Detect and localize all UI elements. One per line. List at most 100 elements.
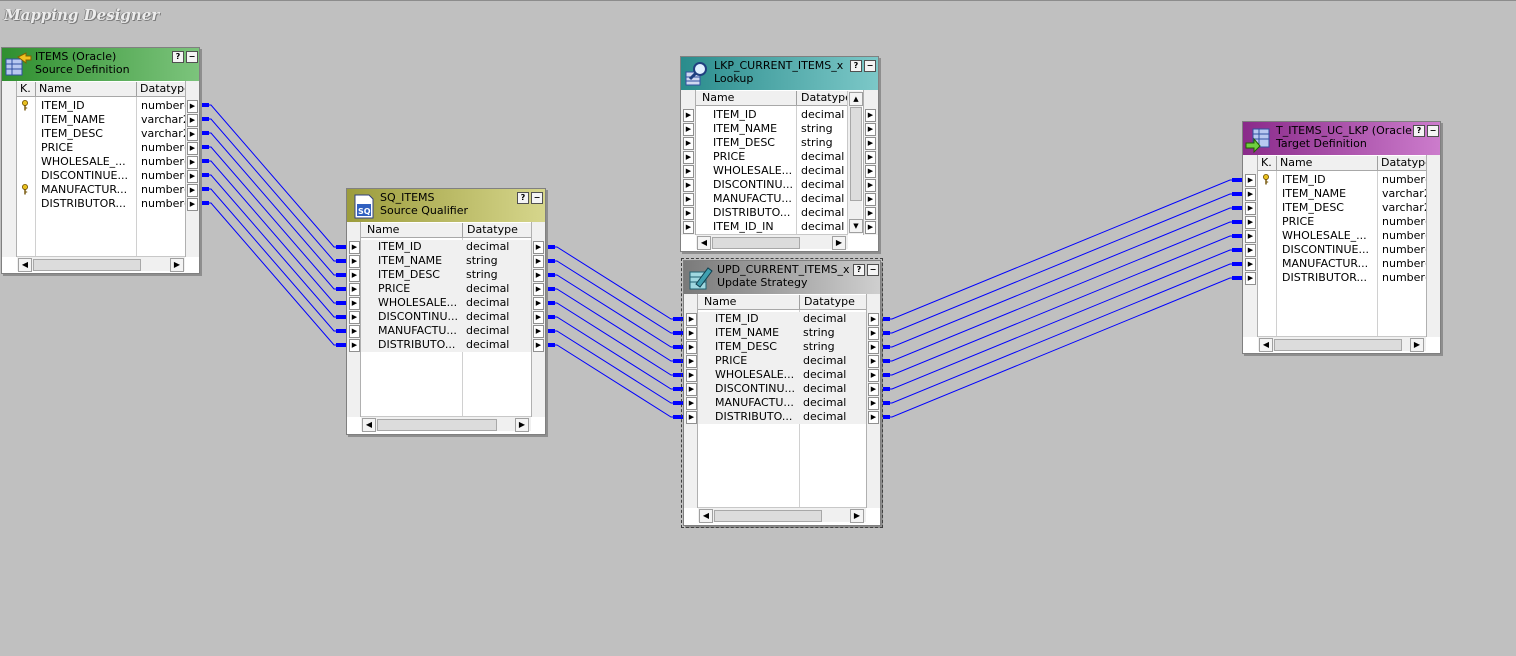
- port-row[interactable]: PRICE decimal: [696, 150, 848, 164]
- port-row[interactable]: WHOLESALE... decimal: [361, 296, 531, 310]
- port-row[interactable]: ITEM_DESC string: [698, 340, 866, 354]
- port-arrow-icon[interactable]: ▶: [865, 109, 876, 122]
- source-qualifier-window[interactable]: SQ SQ_ITEMS Source Qualifier ? − Name Da…: [346, 188, 546, 435]
- update-strategy-window[interactable]: UPD_CURRENT_ITEMS_x Update Strategy ? − …: [681, 258, 883, 528]
- lookup-window[interactable]: LKP_CURRENT_ITEMS_x Lookup ? − Name Data…: [680, 56, 879, 252]
- port-arrow-icon[interactable]: ▶: [1245, 244, 1256, 257]
- port-row[interactable]: ITEM_DESC string: [361, 268, 531, 282]
- scroll-right-arrow[interactable]: ▶: [850, 509, 864, 523]
- port-arrow-icon[interactable]: ▶: [683, 207, 694, 220]
- port-row[interactable]: DISCONTINU... decimal: [361, 310, 531, 324]
- port-arrow-icon[interactable]: ▶: [533, 311, 544, 324]
- port-row[interactable]: ITEM_ID_IN decimal: [696, 220, 848, 234]
- help-button[interactable]: ?: [172, 51, 184, 63]
- port-row[interactable]: ITEM_DESC varchar2: [17, 127, 190, 141]
- port-arrow-icon[interactable]: ▶: [683, 109, 694, 122]
- port-row[interactable]: PRICE number(p: [1258, 215, 1436, 229]
- port-arrow-icon[interactable]: ▶: [868, 411, 879, 424]
- port-arrow-icon[interactable]: ▶: [187, 184, 198, 197]
- port-arrow-icon[interactable]: ▶: [865, 137, 876, 150]
- vertical-scrollbar[interactable]: ▲ ▼: [847, 91, 863, 234]
- scroll-right-arrow[interactable]: ▶: [515, 418, 529, 432]
- port-arrow-icon[interactable]: ▶: [349, 339, 360, 352]
- port-arrow-icon[interactable]: ▶: [683, 137, 694, 150]
- minimize-button[interactable]: −: [864, 60, 876, 72]
- port-arrow-icon[interactable]: ▶: [1245, 202, 1256, 215]
- port-arrow-icon[interactable]: ▶: [686, 355, 697, 368]
- port-arrow-icon[interactable]: ▶: [868, 341, 879, 354]
- port-row[interactable]: ITEM_NAME varchar2: [1258, 187, 1431, 201]
- port-arrow-icon[interactable]: ▶: [349, 311, 360, 324]
- port-row[interactable]: PRICE decimal: [361, 282, 531, 296]
- port-row[interactable]: DISCONTINU... decimal: [696, 178, 848, 192]
- port-arrow-icon[interactable]: ▶: [686, 411, 697, 424]
- port-arrow-icon[interactable]: ▶: [349, 325, 360, 338]
- port-row[interactable]: MANUFACTU... decimal: [696, 192, 848, 206]
- port-arrow-icon[interactable]: ▶: [349, 255, 360, 268]
- horizontal-scrollbar[interactable]: ◀ ▶: [17, 256, 185, 272]
- port-arrow-icon[interactable]: ▶: [187, 156, 198, 169]
- port-arrow-icon[interactable]: ▶: [187, 142, 198, 155]
- scroll-thumb[interactable]: [33, 259, 141, 271]
- port-row[interactable]: ITEM_ID number(p: [1258, 173, 1436, 187]
- port-row[interactable]: ITEM_ID decimal: [698, 312, 866, 326]
- source-definition-window[interactable]: ITEMS (Oracle) Source Definition ? − K. …: [1, 47, 200, 274]
- port-arrow-icon[interactable]: ▶: [1245, 188, 1256, 201]
- scroll-thumb[interactable]: [714, 510, 822, 522]
- port-row[interactable]: DISCONTINUE... number(p: [17, 169, 195, 183]
- port-arrow-icon[interactable]: ▶: [683, 221, 694, 234]
- help-button[interactable]: ?: [850, 60, 862, 72]
- port-arrow-icon[interactable]: ▶: [349, 297, 360, 310]
- port-arrow-icon[interactable]: ▶: [868, 369, 879, 382]
- port-arrow-icon[interactable]: ▶: [1245, 174, 1256, 187]
- port-arrow-icon[interactable]: ▶: [533, 241, 544, 254]
- port-row[interactable]: ITEM_DESC varchar2: [1258, 201, 1431, 215]
- port-arrow-icon[interactable]: ▶: [349, 241, 360, 254]
- port-row[interactable]: ITEM_ID decimal: [361, 240, 531, 254]
- port-row[interactable]: MANUFACTUR... number(p: [1258, 257, 1436, 271]
- port-arrow-icon[interactable]: ▶: [1245, 258, 1256, 271]
- scroll-left-arrow[interactable]: ◀: [1259, 338, 1273, 352]
- horizontal-scrollbar[interactable]: ◀ ▶: [696, 234, 848, 250]
- target-header[interactable]: T_ITEMS_UC_LKP (Oracle) Target Definitio…: [1243, 122, 1440, 155]
- scroll-thumb[interactable]: [377, 419, 497, 431]
- port-arrow-icon[interactable]: ▶: [1245, 216, 1256, 229]
- port-row[interactable]: WHOLESALE... decimal: [698, 368, 866, 382]
- help-button[interactable]: ?: [853, 264, 865, 276]
- port-arrow-icon[interactable]: ▶: [686, 313, 697, 326]
- scroll-thumb[interactable]: [1274, 339, 1402, 351]
- port-arrow-icon[interactable]: ▶: [686, 383, 697, 396]
- update-header[interactable]: UPD_CURRENT_ITEMS_x Update Strategy ? −: [684, 261, 880, 294]
- port-arrow-icon[interactable]: ▶: [865, 151, 876, 164]
- port-arrow-icon[interactable]: ▶: [187, 114, 198, 127]
- port-arrow-icon[interactable]: ▶: [868, 355, 879, 368]
- scroll-right-arrow[interactable]: ▶: [170, 258, 184, 272]
- port-row[interactable]: MANUFACTU... decimal: [361, 324, 531, 338]
- port-row[interactable]: ITEM_NAME string: [696, 122, 848, 136]
- scroll-thumb[interactable]: [712, 237, 800, 249]
- port-arrow-icon[interactable]: ▶: [187, 100, 198, 113]
- port-arrow-icon[interactable]: ▶: [683, 123, 694, 136]
- minimize-button[interactable]: −: [1427, 125, 1439, 137]
- port-row[interactable]: DISCONTINUE... number(p: [1258, 243, 1436, 257]
- port-arrow-icon[interactable]: ▶: [683, 151, 694, 164]
- port-arrow-icon[interactable]: ▶: [533, 283, 544, 296]
- scroll-down-arrow[interactable]: ▼: [849, 219, 863, 233]
- minimize-button[interactable]: −: [867, 264, 879, 276]
- source-header[interactable]: ITEMS (Oracle) Source Definition ? −: [2, 48, 199, 81]
- port-row[interactable]: PRICE number(p: [17, 141, 195, 155]
- port-row[interactable]: DISTRIBUTO... decimal: [361, 338, 531, 352]
- port-arrow-icon[interactable]: ▶: [868, 327, 879, 340]
- port-arrow-icon[interactable]: ▶: [686, 397, 697, 410]
- port-row[interactable]: ITEM_DESC string: [696, 136, 848, 150]
- port-arrow-icon[interactable]: ▶: [865, 165, 876, 178]
- port-arrow-icon[interactable]: ▶: [865, 193, 876, 206]
- help-button[interactable]: ?: [1413, 125, 1425, 137]
- port-arrow-icon[interactable]: ▶: [1245, 230, 1256, 243]
- scroll-left-arrow[interactable]: ◀: [362, 418, 376, 432]
- port-row[interactable]: PRICE decimal: [698, 354, 866, 368]
- port-row[interactable]: ITEM_ID decimal: [696, 108, 848, 122]
- horizontal-scrollbar[interactable]: ◀ ▶: [361, 416, 531, 432]
- port-arrow-icon[interactable]: ▶: [533, 339, 544, 352]
- port-arrow-icon[interactable]: ▶: [349, 283, 360, 296]
